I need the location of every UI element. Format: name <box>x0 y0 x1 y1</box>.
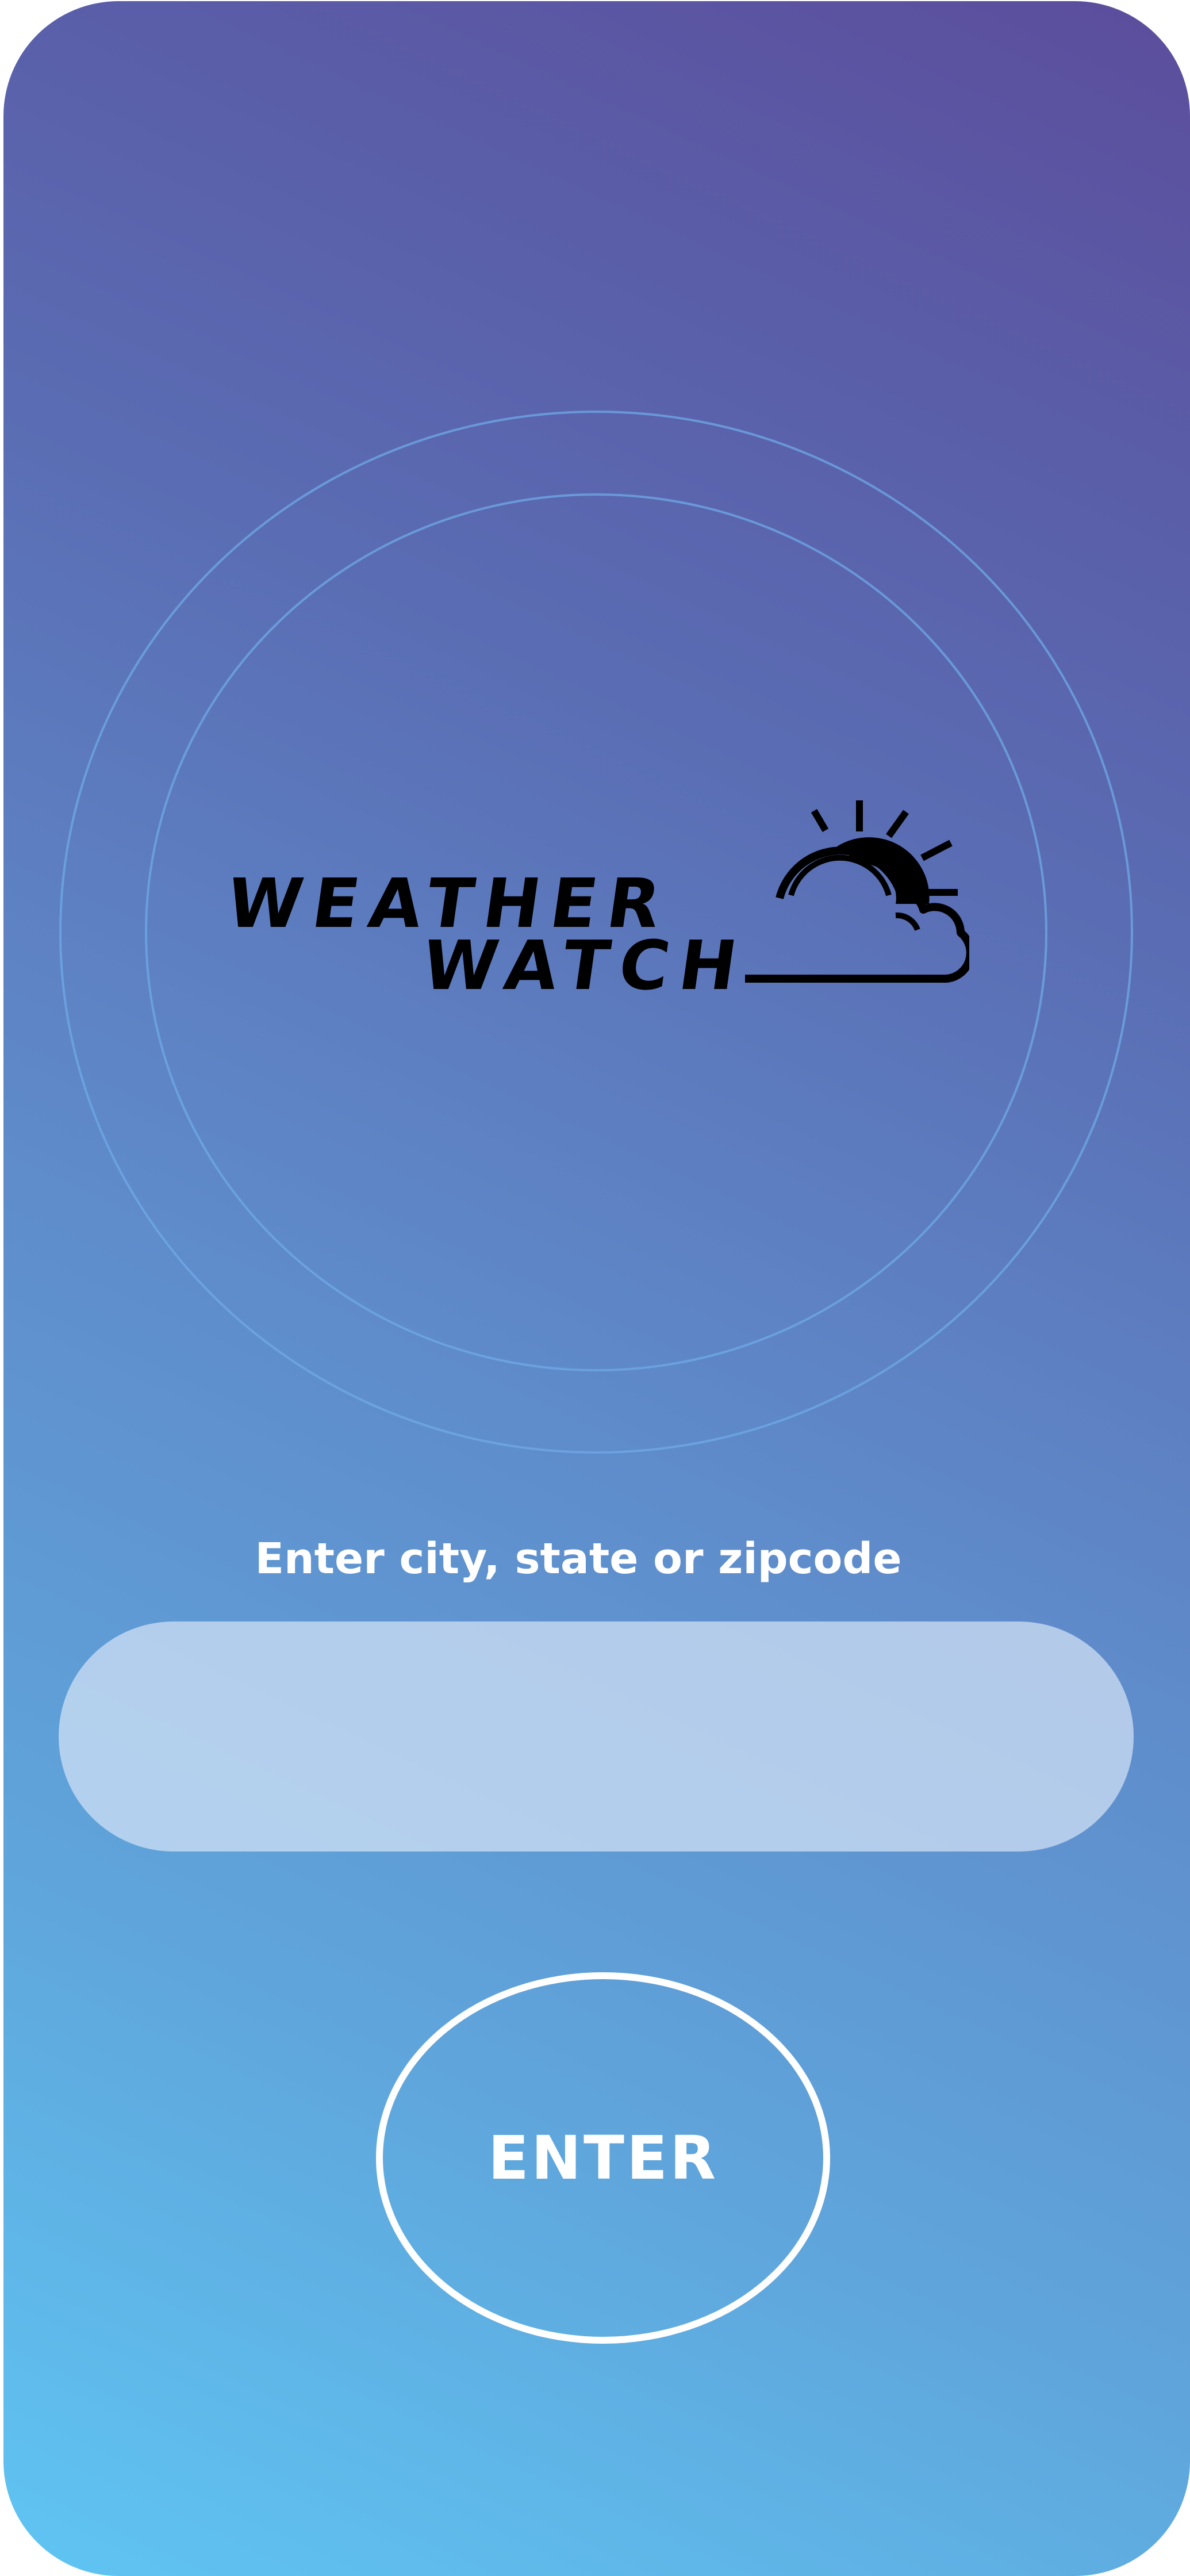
app-screen: WEATHER WATCH Enter city, state or zipco… <box>3 1 1190 2576</box>
logo-word-watch: WATCH <box>417 926 753 1005</box>
sun-cloud-icon <box>745 800 969 983</box>
enter-button[interactable]: ENTER <box>376 1972 830 2344</box>
location-search-input[interactable] <box>59 1621 1134 1851</box>
weather-watch-logo: WEATHER WATCH <box>222 795 969 1005</box>
location-prompt-label: Enter city, state or zipcode <box>255 1534 902 1584</box>
